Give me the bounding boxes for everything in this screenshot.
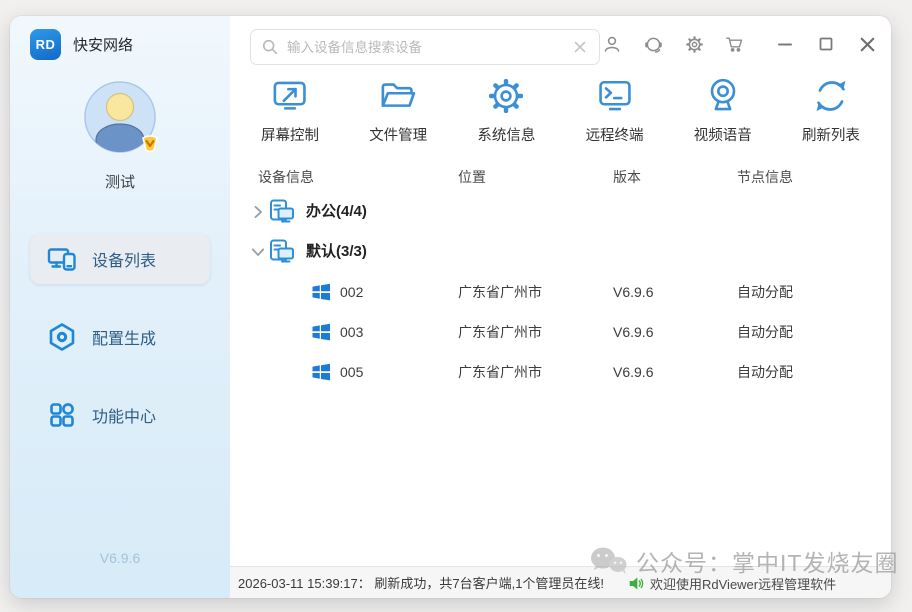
toolbar-label: 刷新列表 xyxy=(802,124,860,145)
video-voice-icon xyxy=(701,74,745,118)
sidebar: RD 快安网络 测试 xyxy=(10,16,230,598)
file-manage-icon xyxy=(376,74,420,118)
toolbar-file-manage[interactable]: 文件管理 xyxy=(348,74,448,158)
titlebar-icons xyxy=(583,32,879,56)
device-row[interactable]: 005 广东省广州市 V6.9.6 自动分配 xyxy=(230,352,891,392)
vip-badge-icon xyxy=(139,133,161,155)
device-node: 自动分配 xyxy=(737,352,793,392)
device-name: 002 xyxy=(340,272,363,312)
device-name: 003 xyxy=(340,312,363,352)
header-node-info: 节点信息 xyxy=(737,164,793,190)
sidebar-item-device-list[interactable]: 设备列表 xyxy=(30,234,210,284)
toolbar-refresh-list[interactable]: 刷新列表 xyxy=(781,74,881,158)
sidebar-item-label: 设备列表 xyxy=(92,247,156,271)
device-group-icon xyxy=(268,238,296,266)
chevron-right-icon[interactable] xyxy=(246,200,270,224)
app-window: RD 快安网络 测试 xyxy=(10,16,891,598)
customer-service-icon[interactable] xyxy=(641,32,665,56)
device-node: 自动分配 xyxy=(737,272,793,312)
group-name: 默认(3/3) xyxy=(306,232,367,272)
device-location: 广东省广州市 xyxy=(458,272,542,312)
sidebar-item-label: 功能中心 xyxy=(92,403,156,427)
avatar[interactable] xyxy=(83,80,157,154)
username: 测试 xyxy=(10,171,230,192)
search-icon xyxy=(261,38,279,56)
app-logo-row: RD 快安网络 xyxy=(30,29,133,60)
windows-logo-icon xyxy=(310,361,332,383)
settings-gear-icon[interactable] xyxy=(682,32,706,56)
header-device-info: 设备信息 xyxy=(258,164,314,190)
app-title: 快安网络 xyxy=(73,34,133,55)
app-logo: RD xyxy=(30,29,61,60)
group-name: 办公(4/4) xyxy=(306,192,367,232)
toolbar-label: 系统信息 xyxy=(477,124,535,145)
table-header: 设备信息 位置 版本 节点信息 xyxy=(230,164,891,190)
device-node: 自动分配 xyxy=(737,312,793,352)
device-version: V6.9.6 xyxy=(613,272,653,312)
status-bar: 2026-03-11 15:39:17： 刷新成功，共7台客户端,1个管理员在线… xyxy=(230,566,891,598)
windows-logo-icon xyxy=(310,321,332,343)
welcome-notice: 欢迎使用RdViewer远程管理软件 xyxy=(628,567,836,599)
sidebar-menu: 设备列表 配置生成 xyxy=(30,234,210,468)
sidebar-item-config-generate[interactable]: 配置生成 xyxy=(30,312,210,362)
app-version: V6.9.6 xyxy=(10,550,230,566)
toolbar: 屏幕控制 文件管理 xyxy=(240,74,881,158)
refresh-list-icon xyxy=(809,74,853,118)
windows-logo-icon xyxy=(310,281,332,303)
toolbar-remote-terminal[interactable]: 远程终端 xyxy=(565,74,665,158)
user-panel: 测试 xyxy=(10,80,230,192)
cart-icon[interactable] xyxy=(723,32,747,56)
search-input[interactable] xyxy=(287,40,571,55)
toolbar-screen-control[interactable]: 屏幕控制 xyxy=(240,74,340,158)
device-row[interactable]: 003 广东省广州市 V6.9.6 自动分配 xyxy=(230,312,891,352)
header-version: 版本 xyxy=(613,164,641,190)
group-row-default[interactable]: 默认(3/3) xyxy=(230,232,891,272)
sidebar-item-function-center[interactable]: 功能中心 xyxy=(30,390,210,440)
device-location: 广东省广州市 xyxy=(458,352,542,392)
toolbar-label: 文件管理 xyxy=(369,124,427,145)
chevron-down-icon[interactable] xyxy=(246,240,270,264)
toolbar-label: 屏幕控制 xyxy=(261,124,319,145)
group-row-office[interactable]: 办公(4/4) xyxy=(230,192,891,232)
main-area: 屏幕控制 文件管理 xyxy=(230,16,891,598)
maximize-button[interactable] xyxy=(814,32,838,56)
config-generate-icon xyxy=(46,321,78,353)
close-button[interactable] xyxy=(855,32,879,56)
welcome-text: 欢迎使用RdViewer远程管理软件 xyxy=(650,574,836,593)
speaker-icon xyxy=(628,575,645,592)
device-version: V6.9.6 xyxy=(613,352,653,392)
system-info-icon xyxy=(484,74,528,118)
device-group-icon xyxy=(268,198,296,226)
minimize-button[interactable] xyxy=(773,32,797,56)
toolbar-system-info[interactable]: 系统信息 xyxy=(456,74,556,158)
screen-control-icon xyxy=(268,74,312,118)
user-icon[interactable] xyxy=(600,32,624,56)
device-row[interactable]: 002 广东省广州市 V6.9.6 自动分配 xyxy=(230,272,891,312)
device-location: 广东省广州市 xyxy=(458,312,542,352)
device-name: 005 xyxy=(340,352,363,392)
device-version: V6.9.6 xyxy=(613,312,653,352)
remote-terminal-icon xyxy=(593,74,637,118)
device-list-icon xyxy=(46,243,78,275)
sidebar-item-label: 配置生成 xyxy=(92,325,156,349)
toolbar-label: 视频语音 xyxy=(694,124,752,145)
function-center-icon xyxy=(46,399,78,431)
toolbar-label: 远程终端 xyxy=(586,124,644,145)
toolbar-video-voice[interactable]: 视频语音 xyxy=(673,74,773,158)
search-box xyxy=(250,29,600,65)
status-message: 2026-03-11 15:39:17： 刷新成功，共7台客户端,1个管理员在线… xyxy=(238,573,604,592)
header-location: 位置 xyxy=(458,164,486,190)
